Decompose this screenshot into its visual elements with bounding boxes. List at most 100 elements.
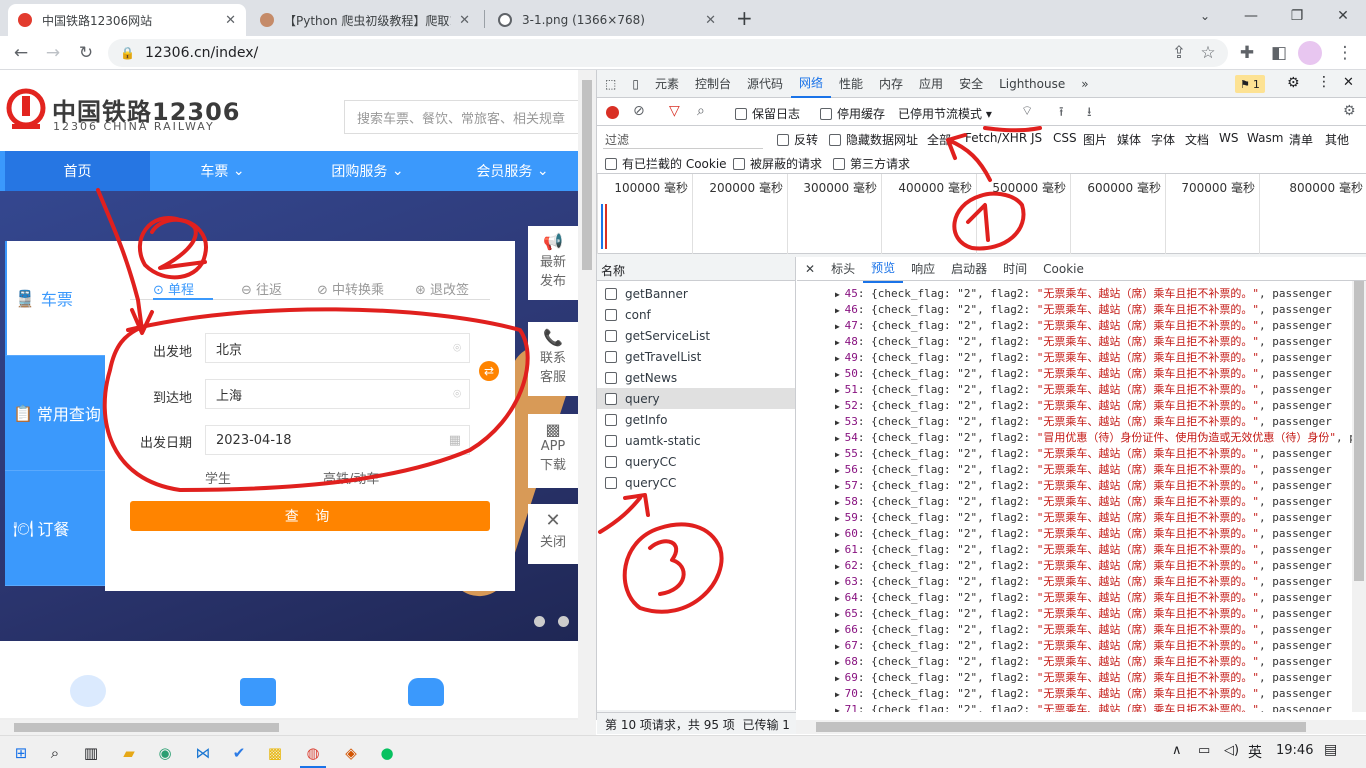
preview-json-line[interactable]: ▶ 61: {check_flag: "2", flag2: "无票乘车、越站（… (797, 541, 1352, 557)
preview-json-line[interactable]: ▶ 60: {check_flag: "2", flag2: "无票乘车、越站（… (797, 525, 1352, 541)
menu-member-service[interactable]: 会员服务 ⌄ (440, 151, 578, 191)
expand-triangle-icon[interactable]: ▶ (835, 626, 845, 635)
devtools-tab-memory[interactable]: 内存 (871, 70, 911, 98)
volume-icon[interactable]: ◁) (1224, 743, 1239, 758)
notification-icon[interactable]: ▤ (1324, 742, 1337, 758)
detail-tab-initiator[interactable]: 启动器 (943, 255, 995, 283)
request-row[interactable]: getNews (597, 367, 795, 388)
file-explorer-icon[interactable]: ▰ (116, 740, 142, 766)
issues-badge[interactable]: ⚑ 1 (1235, 75, 1265, 93)
extensions-icon[interactable]: ✚ (1234, 40, 1260, 66)
scrollbar-thumb[interactable] (816, 722, 1306, 732)
expand-triangle-icon[interactable]: ▶ (835, 306, 845, 315)
browser-tab[interactable]: 3-1.png (1366×768) ✕ (488, 4, 726, 36)
preview-scrollbar[interactable] (1352, 281, 1366, 712)
search-icon[interactable]: ⌕ (697, 103, 705, 119)
expand-triangle-icon[interactable]: ▶ (835, 706, 845, 712)
close-window-button[interactable]: ✕ (1320, 0, 1366, 32)
horizontal-scrollbar[interactable] (0, 720, 596, 735)
throttle-select[interactable]: 已停用节流模式 ▾ (898, 105, 992, 122)
preview-json-line[interactable]: ▶ 70: {check_flag: "2", flag2: "无票乘车、越站（… (797, 685, 1352, 701)
expand-triangle-icon[interactable]: ▶ (835, 578, 845, 587)
close-detail-icon[interactable]: ✕ (797, 255, 823, 283)
departure-date-input[interactable]: 2023-04-18 ▦ (205, 425, 470, 455)
network-timeline[interactable]: 100000 毫秒 200000 毫秒 300000 毫秒 400000 毫秒 … (597, 174, 1366, 254)
expand-triangle-icon[interactable]: ▶ (835, 690, 845, 699)
preview-json-line[interactable]: ▶ 69: {check_flag: "2", flag2: "无票乘车、越站（… (797, 669, 1352, 685)
request-row[interactable]: query (597, 388, 795, 409)
more-tabs-icon[interactable]: » (1073, 70, 1096, 98)
edge-icon[interactable]: ◉ (152, 740, 178, 766)
trip-type-return[interactable]: ⊖ 往返 (241, 279, 282, 298)
browser-menu-icon[interactable]: ⋮ (1332, 40, 1358, 66)
request-row[interactable]: getInfo (597, 409, 795, 430)
preview-json-line[interactable]: ▶ 52: {check_flag: "2", flag2: "无票乘车、越站（… (797, 397, 1352, 413)
carousel-dot[interactable] (534, 616, 545, 627)
query-button[interactable]: 查 询 (130, 501, 490, 531)
share-icon[interactable]: ⇪ (1166, 40, 1192, 66)
filter-input[interactable]: 过滤 (603, 131, 763, 149)
devtools-tab-console[interactable]: 控制台 (687, 70, 739, 98)
clear-icon[interactable]: ⊘ (633, 103, 645, 119)
expand-triangle-icon[interactable]: ▶ (835, 594, 845, 603)
trip-type-oneway[interactable]: ⊙ 单程 (153, 279, 194, 298)
carousel-dot[interactable] (558, 616, 569, 627)
highspeed-option[interactable]: 高铁/动车 (323, 468, 379, 487)
back-icon[interactable]: ← (8, 40, 34, 66)
side-tab-common-query[interactable]: 📋 常用查询 (5, 356, 105, 471)
preview-json-line[interactable]: ▶ 46: {check_flag: "2", flag2: "无票乘车、越站（… (797, 301, 1352, 317)
preview-json-line[interactable]: ▶ 68: {check_flag: "2", flag2: "无票乘车、越站（… (797, 653, 1352, 669)
wechat-icon[interactable]: ● (374, 740, 400, 766)
car-icon[interactable] (408, 678, 444, 706)
vscode-icon[interactable]: ⋈ (190, 740, 216, 766)
site-search-input[interactable]: 搜索车票、餐饮、常旅客、相关规章 (344, 100, 578, 134)
request-row[interactable]: getBanner (597, 283, 795, 304)
todo-icon[interactable]: ✔ (226, 740, 252, 766)
preview-json-line[interactable]: ▶ 49: {check_flag: "2", flag2: "无票乘车、越站（… (797, 349, 1352, 365)
preview-json-line[interactable]: ▶ 47: {check_flag: "2", flag2: "无票乘车、越站（… (797, 317, 1352, 333)
preview-json-line[interactable]: ▶ 53: {check_flag: "2", flag2: "无票乘车、越站（… (797, 413, 1352, 429)
filter-media[interactable]: 媒体 (1117, 131, 1141, 148)
preview-json-line[interactable]: ▶ 51: {check_flag: "2", flag2: "无票乘车、越站（… (797, 381, 1352, 397)
detail-tab-response[interactable]: 响应 (903, 255, 943, 283)
devtools-menu-icon[interactable]: ⋮ (1317, 74, 1331, 90)
address-bar[interactable]: 🔒 12306.cn/index/ (108, 39, 1228, 67)
download-icon[interactable]: ⭳ (1087, 103, 1092, 125)
preview-json-line[interactable]: ▶ 45: {check_flag: "2", flag2: "无票乘车、越站（… (797, 285, 1352, 301)
windows-start-icon[interactable]: ⊞ (8, 740, 34, 766)
float-contact-service[interactable]: 📞 联系客服 (528, 322, 578, 396)
expand-triangle-icon[interactable]: ▶ (835, 514, 845, 523)
filter-other[interactable]: 其他 (1325, 131, 1349, 148)
filter-all[interactable]: 全部 (927, 131, 951, 148)
avatar[interactable] (1298, 41, 1322, 65)
new-tab-button[interactable]: + (736, 6, 753, 30)
expand-triangle-icon[interactable]: ▶ (835, 434, 845, 443)
expand-triangle-icon[interactable]: ▶ (835, 498, 845, 507)
swap-stations-icon[interactable]: ⇄ (479, 361, 499, 381)
side-tab-meal[interactable]: 🍽 订餐 (5, 471, 105, 586)
request-row[interactable]: getServiceList (597, 325, 795, 346)
disable-cache-checkbox[interactable]: 停用缓存 (820, 105, 885, 122)
expand-triangle-icon[interactable]: ▶ (835, 290, 845, 299)
scrollbar-thumb[interactable] (1354, 281, 1364, 581)
third-party-checkbox[interactable]: 第三方请求 (833, 155, 910, 172)
browser-tab[interactable]: 【Python 爬虫初级教程】爬取12 ✕ (250, 4, 480, 36)
expand-triangle-icon[interactable]: ▶ (835, 642, 845, 651)
detail-tab-timing[interactable]: 时间 (995, 255, 1035, 283)
expand-triangle-icon[interactable]: ▶ (835, 610, 845, 619)
float-latest-news[interactable]: 📢 最新发布 (528, 226, 578, 300)
preview-json-line[interactable]: ▶ 71: {check_flag: "2", flag2: "无票乘车、越站（… (797, 701, 1352, 712)
response-preview[interactable]: ▶ 45: {check_flag: "2", flag2: "无票乘车、越站（… (797, 281, 1352, 712)
devtools-tab-network[interactable]: 网络 (791, 70, 832, 98)
filter-doc[interactable]: 文档 (1185, 131, 1209, 148)
filter-js[interactable]: JS (1031, 131, 1042, 145)
devtools-tab-elements[interactable]: 元素 (647, 70, 687, 98)
request-row[interactable]: getTravelList (597, 346, 795, 367)
sticky-notes-icon[interactable]: ▩ (262, 740, 288, 766)
devtools-tab-lighthouse[interactable]: Lighthouse (991, 70, 1073, 98)
side-tab-tickets[interactable]: 🚆 车票 (5, 241, 105, 356)
wifi-settings-icon[interactable]: ⌔ (1021, 103, 1033, 119)
expand-triangle-icon[interactable]: ▶ (835, 450, 845, 459)
preview-json-line[interactable]: ▶ 67: {check_flag: "2", flag2: "无票乘车、越站（… (797, 637, 1352, 653)
network-icon[interactable]: ▭ (1198, 743, 1210, 758)
